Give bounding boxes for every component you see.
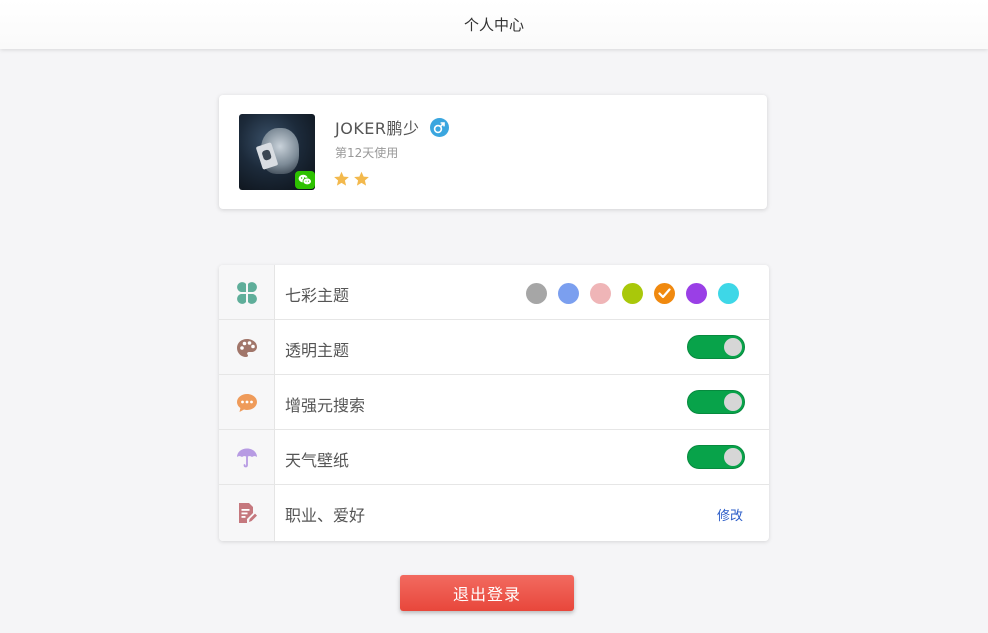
theme-color-swatch[interactable] bbox=[558, 283, 579, 304]
username-row: JOKER鹏少 bbox=[335, 116, 449, 138]
star-icon bbox=[354, 171, 369, 186]
theme-label: 七彩主题 bbox=[285, 286, 350, 305]
star-rating bbox=[333, 171, 370, 187]
umbrella-icon bbox=[235, 447, 259, 469]
theme-color-swatch[interactable] bbox=[526, 283, 547, 304]
settings-row-weather-wallpaper: 天气壁纸 bbox=[219, 430, 769, 485]
enhanced-search-toggle[interactable] bbox=[687, 390, 745, 414]
settings-row-theme: 七彩主题 bbox=[219, 265, 769, 320]
document-edit-icon bbox=[235, 502, 259, 524]
settings-row-transparent: 透明主题 bbox=[219, 320, 769, 375]
days-used: 第12天使用 bbox=[335, 146, 399, 160]
theme-color-swatch[interactable] bbox=[654, 283, 675, 304]
chat-bubble-icon bbox=[235, 392, 259, 414]
edit-profession-link[interactable]: 修改 bbox=[717, 505, 743, 524]
checkmark-icon bbox=[658, 288, 671, 299]
profession-label: 职业、爱好 bbox=[285, 506, 366, 525]
toggle-knob bbox=[724, 393, 742, 411]
toggle-knob bbox=[724, 448, 742, 466]
username: JOKER鹏少 bbox=[335, 119, 420, 138]
settings-row-enhanced-search: 增强元搜索 bbox=[219, 375, 769, 430]
palette-icon bbox=[235, 337, 259, 359]
transparent-theme-toggle[interactable] bbox=[687, 335, 745, 359]
theme-color-picker bbox=[526, 283, 739, 304]
weather-wallpaper-label: 天气壁纸 bbox=[285, 451, 350, 470]
male-gender-icon bbox=[429, 117, 449, 137]
enhanced-search-label: 增强元搜索 bbox=[285, 396, 366, 415]
theme-color-swatch[interactable] bbox=[590, 283, 611, 304]
page-title: 个人中心 bbox=[463, 16, 524, 34]
profile-card: JOKER鹏少 第12天使用 bbox=[219, 95, 767, 209]
logout-button[interactable]: 退出登录 bbox=[400, 575, 574, 611]
theme-color-swatch[interactable] bbox=[622, 283, 643, 304]
wechat-icon bbox=[295, 171, 315, 189]
transparent-theme-label: 透明主题 bbox=[285, 341, 350, 360]
settings-row-profession: 职业、爱好 修改 bbox=[219, 485, 769, 540]
top-bar: 个人中心 bbox=[0, 0, 988, 49]
clover-icon bbox=[235, 282, 259, 304]
theme-color-swatch[interactable] bbox=[718, 283, 739, 304]
toggle-knob bbox=[724, 338, 742, 356]
star-icon bbox=[334, 171, 349, 186]
weather-wallpaper-toggle[interactable] bbox=[687, 445, 745, 469]
settings-list: 七彩主题 透明主题 增强元搜索 天气壁纸 职业、爱好 修改 bbox=[219, 265, 769, 541]
theme-color-swatch[interactable] bbox=[686, 283, 707, 304]
